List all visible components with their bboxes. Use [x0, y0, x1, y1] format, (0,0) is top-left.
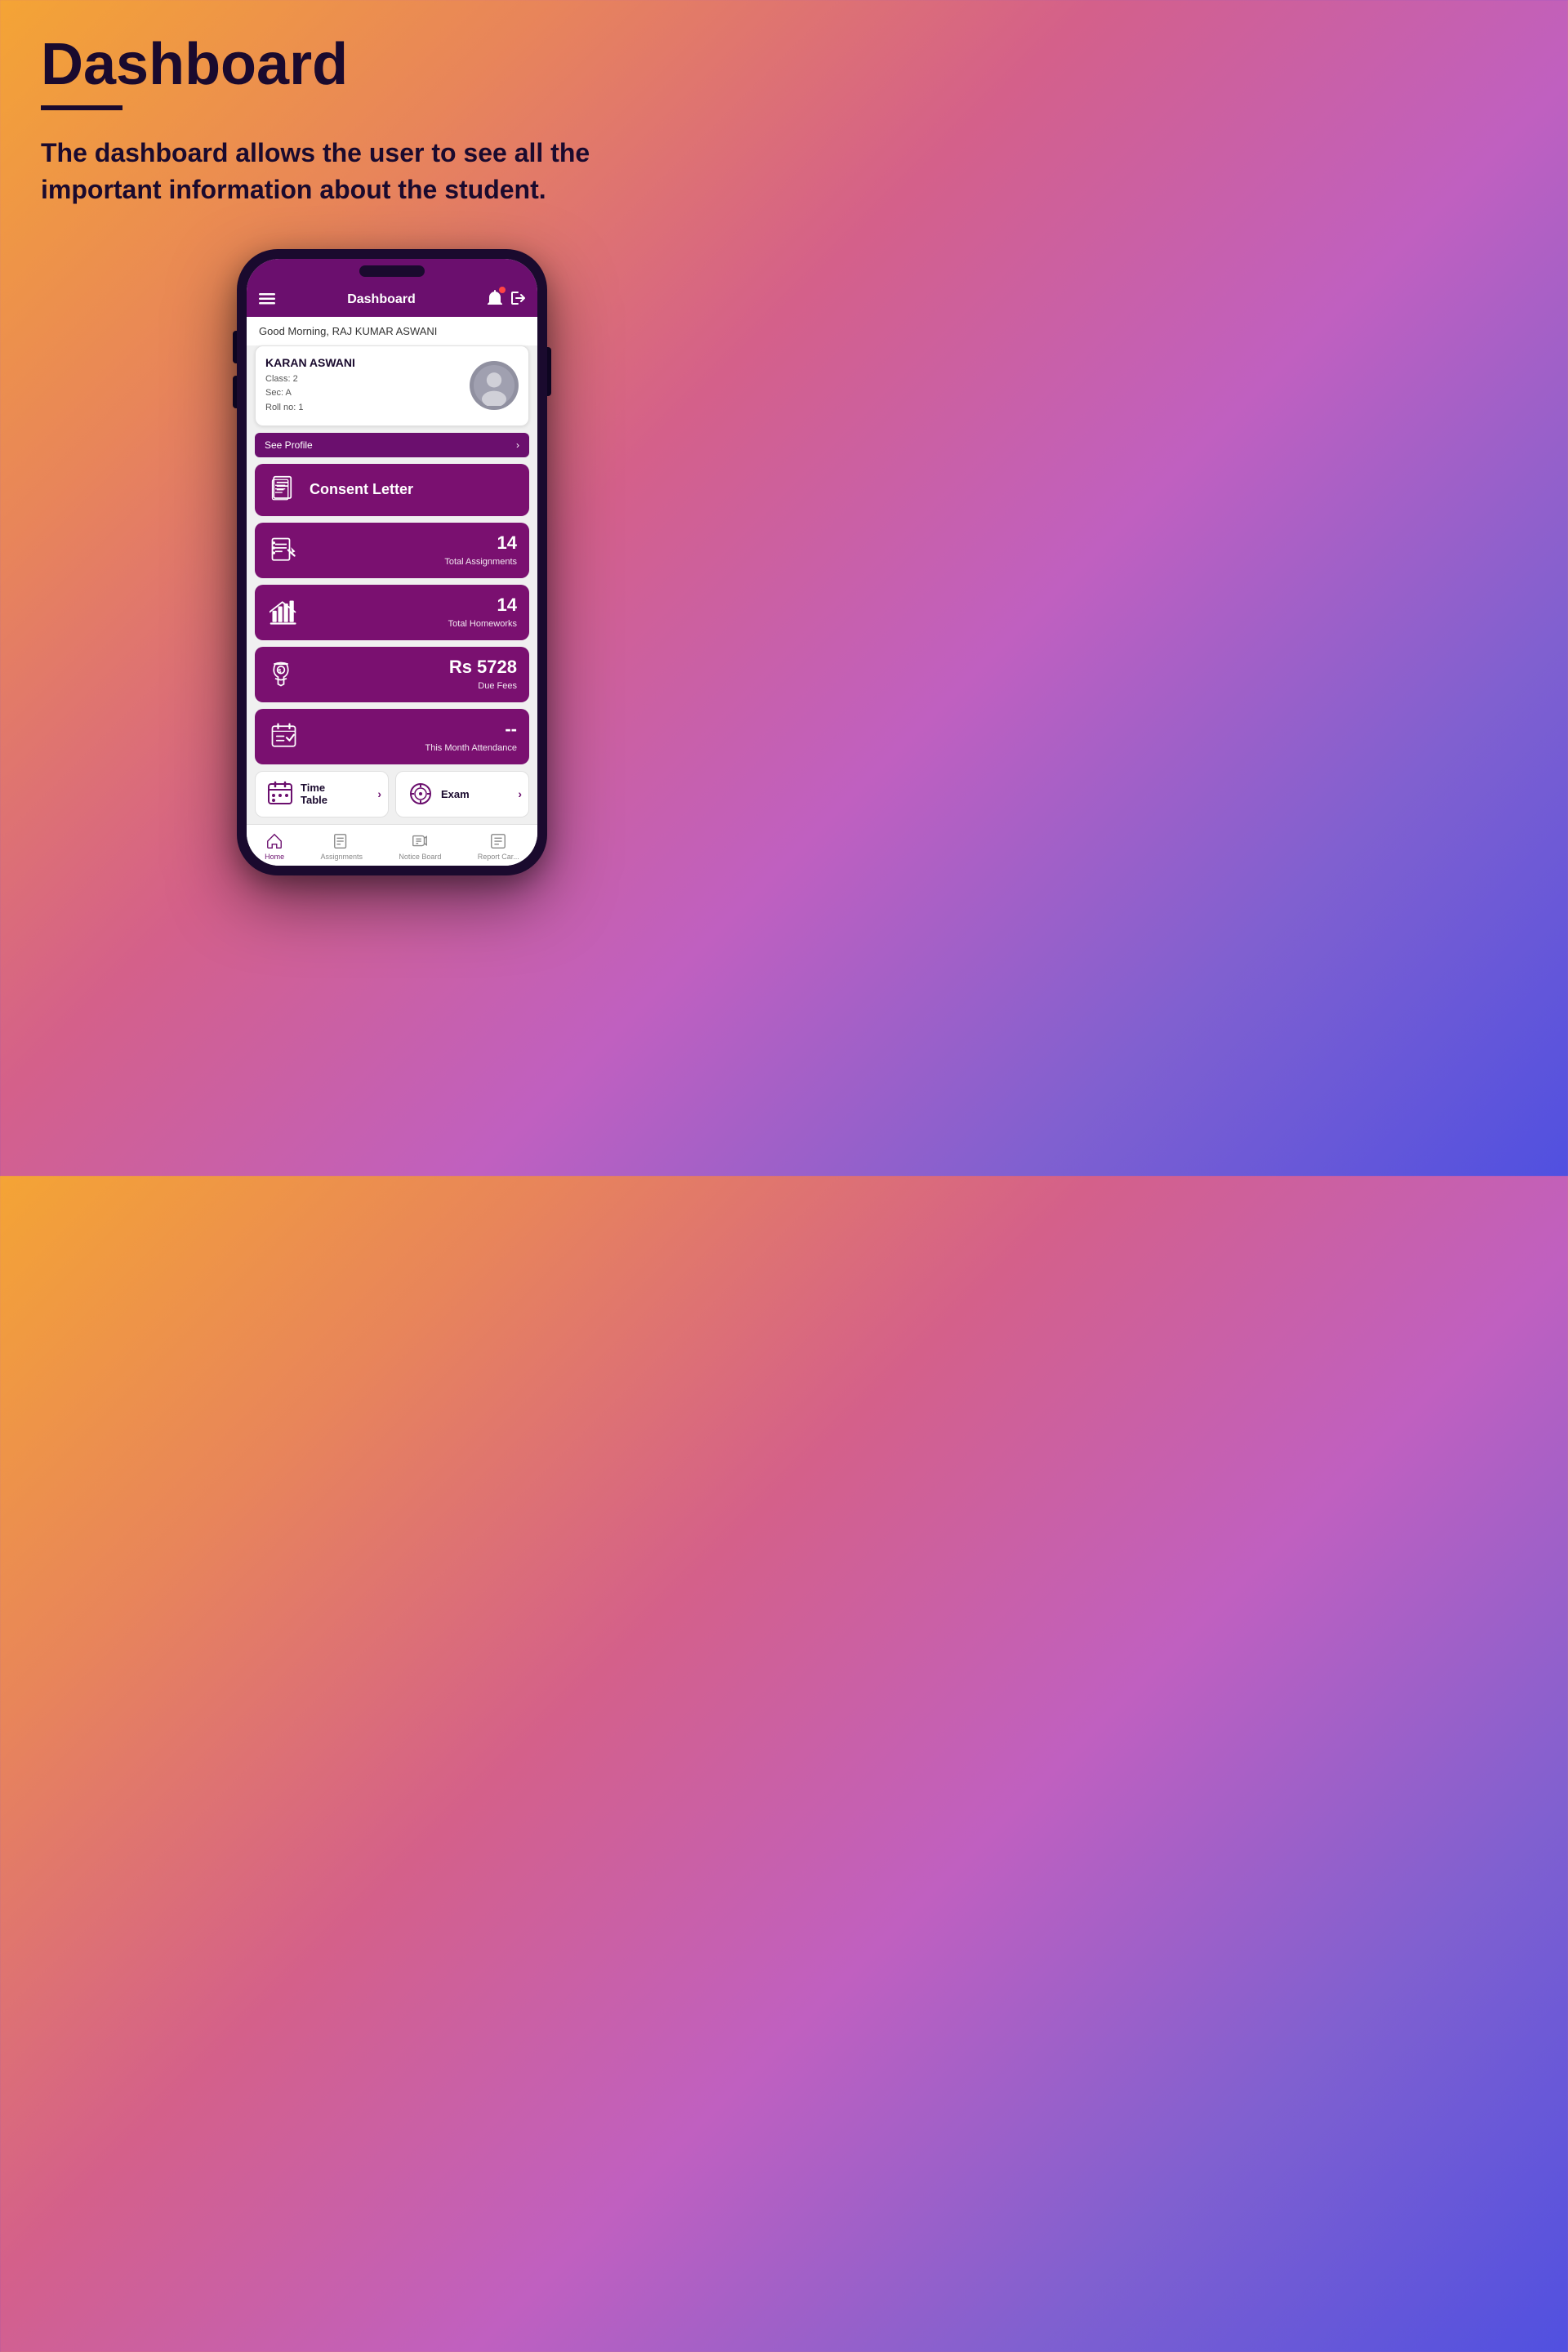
student-avatar	[470, 361, 519, 410]
student-section: Sec: A	[265, 386, 355, 401]
attendance-sublabel: This Month Attendance	[425, 743, 517, 753]
home-nav-label: Home	[265, 853, 284, 861]
greeting-bar: Good Morning, RAJ KUMAR ASWANI	[247, 317, 537, 345]
see-profile-label: See Profile	[265, 439, 313, 451]
student-class: Class: 2	[265, 372, 355, 387]
assignments-count: 14	[444, 532, 517, 554]
exam-item[interactable]: Exam ›	[395, 771, 529, 817]
logout-icon[interactable]	[510, 291, 525, 310]
fees-count: Rs 5728	[449, 657, 517, 678]
see-profile-button[interactable]: See Profile ›	[255, 433, 529, 457]
title-underline	[41, 105, 122, 110]
bottom-nav: Home Assignments	[247, 824, 537, 866]
consent-letter-item[interactable]: Consent Letter	[255, 464, 529, 516]
exam-label: Exam	[441, 788, 470, 800]
student-info: KARAN ASWANI Class: 2 Sec: A Roll no: 1	[265, 356, 355, 416]
svg-text:$: $	[278, 669, 281, 675]
timetable-label: TimeTable	[301, 782, 327, 806]
notice-board-nav-label: Notice Board	[399, 853, 441, 861]
assignments-icon	[267, 534, 300, 567]
student-card: KARAN ASWANI Class: 2 Sec: A Roll no: 1	[255, 345, 529, 426]
homeworks-count: 14	[448, 595, 517, 616]
fees-item[interactable]: $ Rs 5728 Due Fees	[255, 647, 529, 702]
homeworks-left	[267, 596, 300, 629]
consent-letter-label: Consent Letter	[310, 481, 413, 498]
menu-icon[interactable]	[259, 292, 275, 309]
notification-badge	[499, 287, 506, 293]
attendance-right: -- This Month Attendance	[425, 719, 517, 755]
report-card-nav-label: Report Car...	[478, 853, 519, 861]
assignments-sublabel: Total Assignments	[444, 557, 517, 567]
homeworks-icon	[267, 596, 300, 629]
power-button	[547, 347, 551, 396]
consent-letter-left: Consent Letter	[267, 474, 413, 506]
volume-down-button	[233, 376, 237, 408]
page-description: The dashboard allows the user to see all…	[41, 135, 612, 208]
bottom-grid: TimeTable ›	[247, 771, 537, 817]
homeworks-sublabel: Total Homeworks	[448, 619, 517, 629]
report-card-nav-icon	[488, 831, 508, 851]
phone-notch	[247, 259, 537, 283]
timetable-item[interactable]: TimeTable ›	[255, 771, 389, 817]
phone-mockup: Dashboard	[41, 249, 743, 875]
homeworks-right: 14 Total Homeworks	[448, 595, 517, 630]
phone-screen: Dashboard	[247, 259, 537, 866]
attendance-item[interactable]: -- This Month Attendance	[255, 709, 529, 764]
notch-pill	[359, 265, 425, 277]
timetable-icon	[265, 780, 294, 808]
assignments-right: 14 Total Assignments	[444, 532, 517, 568]
assignments-nav-icon	[332, 831, 351, 851]
home-nav-icon	[265, 831, 284, 851]
attendance-count: --	[425, 719, 517, 740]
nav-assignments[interactable]: Assignments	[321, 831, 363, 861]
volume-up-button	[233, 331, 237, 363]
greeting-text: Good Morning, RAJ KUMAR ASWANI	[259, 325, 437, 337]
fees-right: Rs 5728 Due Fees	[449, 657, 517, 693]
attendance-left	[267, 720, 300, 753]
timetable-arrow: ›	[377, 787, 381, 800]
fees-sublabel: Due Fees	[478, 681, 517, 691]
homeworks-item[interactable]: 14 Total Homeworks	[255, 585, 529, 640]
page-wrapper: Dashboard The dashboard allows the user …	[0, 0, 784, 1176]
consent-letter-icon	[267, 474, 300, 506]
nav-home[interactable]: Home	[265, 831, 284, 861]
phone-frame: Dashboard	[237, 249, 547, 875]
attendance-icon	[267, 720, 300, 753]
fees-icon: $	[267, 658, 300, 691]
nav-notice-board[interactable]: Notice Board	[399, 831, 441, 861]
exam-arrow: ›	[518, 787, 522, 800]
student-roll: Roll no: 1	[265, 401, 355, 416]
student-name: KARAN ASWANI	[265, 356, 355, 369]
assignments-left	[267, 534, 300, 567]
assignments-nav-label: Assignments	[321, 853, 363, 861]
exam-icon	[406, 780, 434, 808]
notification-icon[interactable]	[488, 290, 502, 310]
assignments-item[interactable]: 14 Total Assignments	[255, 523, 529, 578]
app-header: Dashboard	[247, 283, 537, 317]
nav-report-card[interactable]: Report Car...	[478, 831, 519, 861]
fees-left: $	[267, 658, 300, 691]
see-profile-arrow: ›	[516, 439, 519, 451]
page-title: Dashboard	[41, 33, 743, 97]
app-header-title: Dashboard	[347, 292, 416, 307]
menu-items-container: Consent Letter	[247, 464, 537, 764]
header-icons	[488, 290, 525, 310]
notice-board-nav-icon	[410, 831, 430, 851]
